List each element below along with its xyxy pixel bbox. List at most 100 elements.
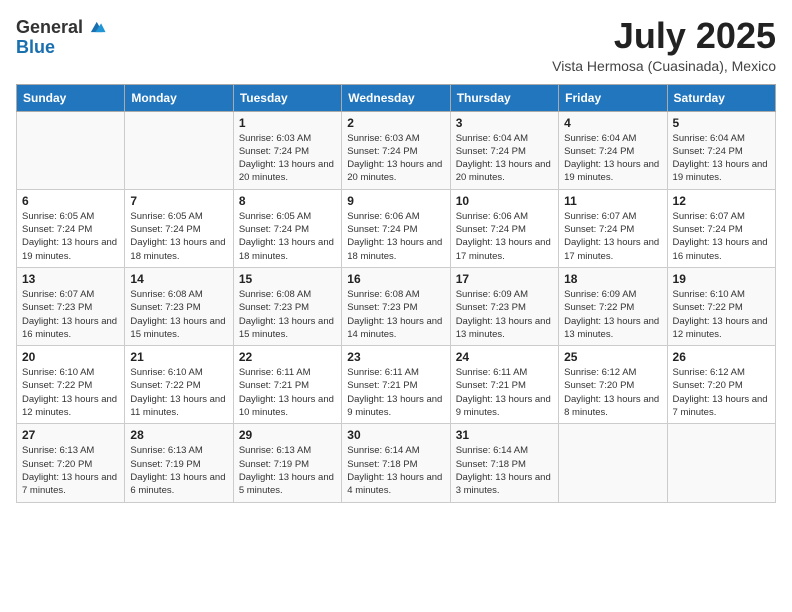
calendar-cell: 8 Sunrise: 6:05 AM Sunset: 7:24 PM Daylig… — [233, 189, 341, 267]
logo-general: General — [16, 18, 83, 36]
day-info: Sunrise: 6:08 AM Sunset: 7:23 PM Dayligh… — [239, 288, 336, 341]
calendar-cell: 10 Sunrise: 6:06 AM Sunset: 7:24 PM Dayli… — [450, 189, 558, 267]
day-number: 3 — [456, 116, 553, 130]
day-number: 9 — [347, 194, 444, 208]
day-info: Sunrise: 6:09 AM Sunset: 7:22 PM Dayligh… — [564, 288, 661, 341]
calendar-body: 1 Sunrise: 6:03 AM Sunset: 7:24 PM Daylig… — [17, 111, 776, 502]
day-number: 16 — [347, 272, 444, 286]
day-number: 22 — [239, 350, 336, 364]
day-number: 26 — [673, 350, 770, 364]
calendar-cell: 23 Sunrise: 6:11 AM Sunset: 7:21 PM Dayli… — [342, 346, 450, 424]
day-header-friday: Friday — [559, 84, 667, 111]
day-number: 21 — [130, 350, 227, 364]
calendar-cell — [559, 424, 667, 502]
day-header-tuesday: Tuesday — [233, 84, 341, 111]
calendar-title: July 2025 — [552, 16, 776, 56]
calendar-cell: 5 Sunrise: 6:04 AM Sunset: 7:24 PM Daylig… — [667, 111, 775, 189]
day-header-monday: Monday — [125, 84, 233, 111]
day-info: Sunrise: 6:04 AM Sunset: 7:24 PM Dayligh… — [456, 132, 553, 185]
calendar-table: SundayMondayTuesdayWednesdayThursdayFrid… — [16, 84, 776, 503]
page-header: General Blue July 2025 Vista Hermosa (Cu… — [16, 16, 776, 74]
day-header-wednesday: Wednesday — [342, 84, 450, 111]
day-info: Sunrise: 6:08 AM Sunset: 7:23 PM Dayligh… — [130, 288, 227, 341]
day-number: 31 — [456, 428, 553, 442]
day-header-sunday: Sunday — [17, 84, 125, 111]
day-number: 12 — [673, 194, 770, 208]
calendar-header: SundayMondayTuesdayWednesdayThursdayFrid… — [17, 84, 776, 111]
day-info: Sunrise: 6:11 AM Sunset: 7:21 PM Dayligh… — [347, 366, 444, 419]
calendar-cell: 27 Sunrise: 6:13 AM Sunset: 7:20 PM Dayli… — [17, 424, 125, 502]
day-number: 6 — [22, 194, 119, 208]
days-of-week-row: SundayMondayTuesdayWednesdayThursdayFrid… — [17, 84, 776, 111]
day-info: Sunrise: 6:14 AM Sunset: 7:18 PM Dayligh… — [347, 444, 444, 497]
day-number: 23 — [347, 350, 444, 364]
calendar-cell — [667, 424, 775, 502]
day-number: 28 — [130, 428, 227, 442]
calendar-week-3: 13Sunrise: 6:07 AM Sunset: 7:23 PM Dayli… — [17, 267, 776, 345]
day-info: Sunrise: 6:08 AM Sunset: 7:23 PM Dayligh… — [347, 288, 444, 341]
calendar-cell: 1 Sunrise: 6:03 AM Sunset: 7:24 PM Daylig… — [233, 111, 341, 189]
calendar-cell: 2Sunrise: 6:03 AM Sunset: 7:24 PM Daylig… — [342, 111, 450, 189]
day-info: Sunrise: 6:14 AM Sunset: 7:18 PM Dayligh… — [456, 444, 553, 497]
day-info: Sunrise: 6:11 AM Sunset: 7:21 PM Dayligh… — [239, 366, 336, 419]
day-number: 14 — [130, 272, 227, 286]
calendar-cell: 22 Sunrise: 6:11 AM Sunset: 7:21 PM Dayli… — [233, 346, 341, 424]
calendar-cell: 31 Sunrise: 6:14 AM Sunset: 7:18 PM Dayli… — [450, 424, 558, 502]
day-number: 1 — [239, 116, 336, 130]
day-info: Sunrise: 6:04 AM Sunset: 7:24 PM Dayligh… — [673, 132, 770, 185]
calendar-week-5: 27 Sunrise: 6:13 AM Sunset: 7:20 PM Dayli… — [17, 424, 776, 502]
day-number: 8 — [239, 194, 336, 208]
day-info: Sunrise: 6:13 AM Sunset: 7:20 PM Dayligh… — [22, 444, 119, 497]
calendar-cell: 30 Sunrise: 6:14 AM Sunset: 7:18 PM Dayli… — [342, 424, 450, 502]
day-info: Sunrise: 6:12 AM Sunset: 7:20 PM Dayligh… — [673, 366, 770, 419]
day-header-thursday: Thursday — [450, 84, 558, 111]
day-info: Sunrise: 6:07 AM Sunset: 7:23 PM Dayligh… — [22, 288, 119, 341]
day-info: Sunrise: 6:12 AM Sunset: 7:20 PM Dayligh… — [564, 366, 661, 419]
day-number: 17 — [456, 272, 553, 286]
day-info: Sunrise: 6:05 AM Sunset: 7:24 PM Dayligh… — [22, 210, 119, 263]
calendar-cell: 26 Sunrise: 6:12 AM Sunset: 7:20 PM Dayli… — [667, 346, 775, 424]
calendar-cell: 18Sunrise: 6:09 AM Sunset: 7:22 PM Dayli… — [559, 267, 667, 345]
day-info: Sunrise: 6:05 AM Sunset: 7:24 PM Dayligh… — [130, 210, 227, 263]
day-number: 7 — [130, 194, 227, 208]
day-info: Sunrise: 6:06 AM Sunset: 7:24 PM Dayligh… — [456, 210, 553, 263]
calendar-week-1: 1 Sunrise: 6:03 AM Sunset: 7:24 PM Daylig… — [17, 111, 776, 189]
day-number: 5 — [673, 116, 770, 130]
calendar-cell: 7 Sunrise: 6:05 AM Sunset: 7:24 PM Daylig… — [125, 189, 233, 267]
calendar-cell: 15 Sunrise: 6:08 AM Sunset: 7:23 PM Dayli… — [233, 267, 341, 345]
day-header-saturday: Saturday — [667, 84, 775, 111]
logo: General Blue — [16, 16, 107, 58]
day-info: Sunrise: 6:04 AM Sunset: 7:24 PM Dayligh… — [564, 132, 661, 185]
day-info: Sunrise: 6:10 AM Sunset: 7:22 PM Dayligh… — [130, 366, 227, 419]
day-number: 29 — [239, 428, 336, 442]
day-number: 10 — [456, 194, 553, 208]
logo-bird-icon — [85, 16, 107, 38]
day-info: Sunrise: 6:10 AM Sunset: 7:22 PM Dayligh… — [673, 288, 770, 341]
day-number: 27 — [22, 428, 119, 442]
day-info: Sunrise: 6:10 AM Sunset: 7:22 PM Dayligh… — [22, 366, 119, 419]
day-number: 30 — [347, 428, 444, 442]
calendar-location: Vista Hermosa (Cuasinada), Mexico — [552, 58, 776, 74]
day-number: 15 — [239, 272, 336, 286]
title-block: July 2025 Vista Hermosa (Cuasinada), Mex… — [552, 16, 776, 74]
day-number: 4 — [564, 116, 661, 130]
day-number: 20 — [22, 350, 119, 364]
calendar-cell: 14 Sunrise: 6:08 AM Sunset: 7:23 PM Dayli… — [125, 267, 233, 345]
day-info: Sunrise: 6:09 AM Sunset: 7:23 PM Dayligh… — [456, 288, 553, 341]
calendar-cell: 13Sunrise: 6:07 AM Sunset: 7:23 PM Dayli… — [17, 267, 125, 345]
day-info: Sunrise: 6:13 AM Sunset: 7:19 PM Dayligh… — [239, 444, 336, 497]
day-number: 24 — [456, 350, 553, 364]
day-info: Sunrise: 6:05 AM Sunset: 7:24 PM Dayligh… — [239, 210, 336, 263]
calendar-cell — [125, 111, 233, 189]
day-number: 11 — [564, 194, 661, 208]
day-info: Sunrise: 6:11 AM Sunset: 7:21 PM Dayligh… — [456, 366, 553, 419]
calendar-cell — [17, 111, 125, 189]
calendar-cell: 9 Sunrise: 6:06 AM Sunset: 7:24 PM Daylig… — [342, 189, 450, 267]
logo-blue: Blue — [16, 37, 55, 57]
calendar-cell: 28Sunrise: 6:13 AM Sunset: 7:19 PM Dayli… — [125, 424, 233, 502]
calendar-week-4: 20 Sunrise: 6:10 AM Sunset: 7:22 PM Dayli… — [17, 346, 776, 424]
day-info: Sunrise: 6:06 AM Sunset: 7:24 PM Dayligh… — [347, 210, 444, 263]
day-info: Sunrise: 6:03 AM Sunset: 7:24 PM Dayligh… — [239, 132, 336, 185]
calendar-cell: 21 Sunrise: 6:10 AM Sunset: 7:22 PM Dayli… — [125, 346, 233, 424]
calendar-cell: 19Sunrise: 6:10 AM Sunset: 7:22 PM Dayli… — [667, 267, 775, 345]
